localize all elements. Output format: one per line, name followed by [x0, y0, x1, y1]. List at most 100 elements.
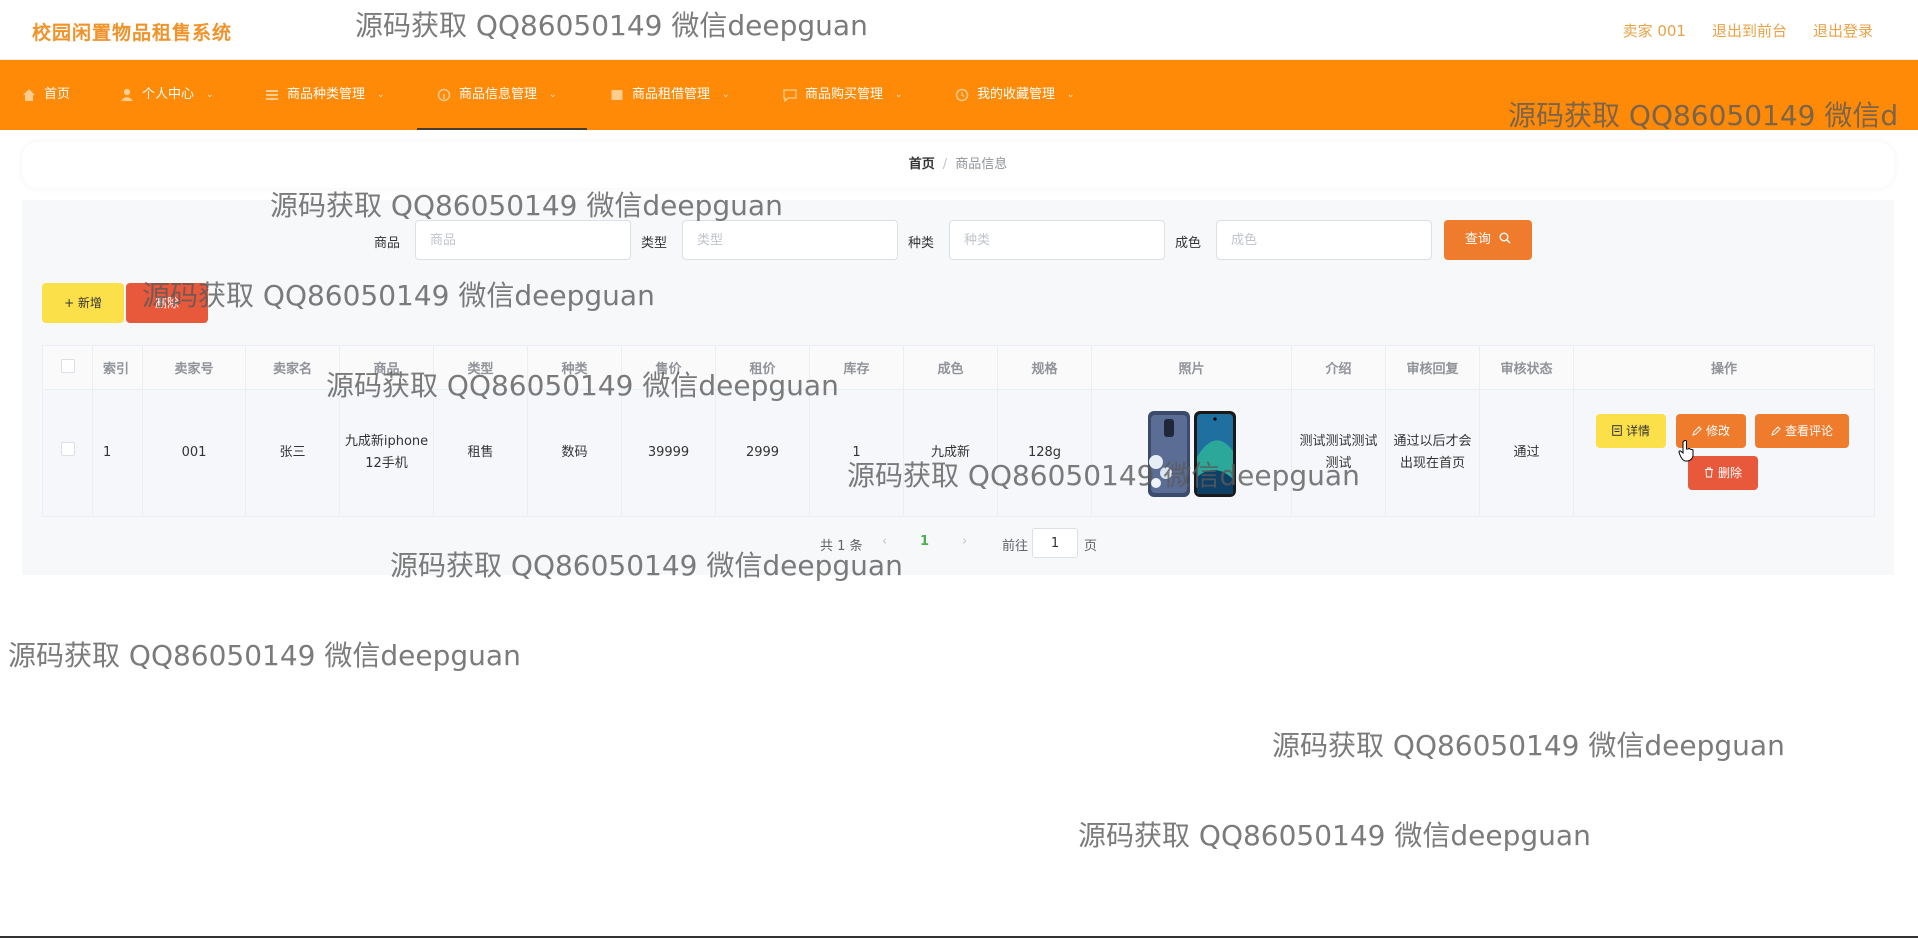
category-search-input[interactable] [949, 220, 1165, 260]
edit-icon [1771, 426, 1781, 436]
spec-cell: 128g [997, 389, 1092, 517]
header-cell: 售价 [621, 345, 716, 390]
header-cell: 成色 [903, 345, 998, 390]
header-cell: 介绍 [1291, 345, 1386, 390]
table-header-row: 索引 卖家号 卖家名 商品 类型 种类 售价 租价 库存 成色 规格 照片 介绍… [42, 345, 1875, 390]
nav-label: 商品种类管理 [287, 87, 366, 102]
detail-button[interactable]: 详情 [1596, 414, 1666, 448]
user-icon [121, 88, 133, 101]
nav-item-home[interactable]: 首页 [22, 60, 70, 130]
prev-page-icon[interactable]: ‹ [882, 534, 887, 549]
select-all-cell [42, 345, 93, 390]
type-cell: 租售 [433, 389, 528, 517]
app-title: 校园闲置物品租售系统 [32, 22, 233, 44]
product-search-input[interactable] [415, 220, 631, 260]
row-checkbox[interactable] [60, 442, 75, 456]
chevron-down-icon: ⌄ [377, 90, 385, 100]
clock-icon [955, 88, 969, 102]
next-page-icon[interactable]: › [962, 534, 967, 549]
select-all-checkbox[interactable] [60, 358, 75, 373]
nav-label: 商品租借管理 [632, 87, 711, 102]
seller-name-cell: 张三 [245, 389, 340, 517]
chevron-down-icon: ⌄ [722, 90, 730, 100]
nav-label: 我的收藏管理 [977, 87, 1056, 102]
watermark: 源码获取 QQ86050149 微信deepguan [1272, 729, 1785, 762]
logout-link[interactable]: 退出登录 [1813, 20, 1873, 41]
trash-icon [1704, 467, 1713, 478]
product-label: 商品 [374, 236, 401, 251]
search-form: 商品 类型 种类 成色 查询 [22, 220, 1894, 260]
chevron-down-icon: ⌄ [1067, 90, 1075, 100]
condition-search-input[interactable] [1216, 220, 1432, 260]
header-cell: 库存 [809, 345, 904, 390]
condition-cell: 九成新 [903, 389, 998, 517]
product-photo[interactable] [1142, 407, 1242, 499]
nav-item-purchase[interactable]: 商品购买管理 ⌄ [783, 60, 903, 130]
header-links: 卖家 001 退出到前台 退出登录 [1623, 20, 1873, 41]
photo-cell [1091, 389, 1292, 517]
view-comments-button[interactable]: 查看评论 [1755, 414, 1849, 448]
chat-icon [783, 89, 797, 102]
top-header: 校园闲置物品租售系统 卖家 001 退出到前台 退出登录 [0, 0, 1918, 60]
header-cell: 规格 [997, 345, 1092, 390]
home-icon [23, 89, 35, 101]
main-nav: 首页 个人中心 ⌄ 商品种类管理 ⌄ 商品信息管理 ⌄ 商品租借管理 ⌄ 商品购… [0, 60, 1918, 130]
search-icon [1499, 232, 1511, 244]
chevron-down-icon: ⌄ [895, 90, 903, 100]
edit-label: 修改 [1705, 424, 1730, 438]
batch-delete-button[interactable]: 删除 [126, 283, 208, 323]
info-icon [437, 88, 451, 102]
page-unit-label: 页 [1084, 539, 1098, 554]
add-button[interactable]: + 新增 [42, 283, 124, 323]
header-cell: 卖家号 [142, 345, 246, 390]
category-cell: 数码 [527, 389, 622, 517]
table-row: 1 001 张三 九成新iphone12手机 租售 数码 39999 2999 … [42, 389, 1875, 517]
hand-cursor-icon [1678, 440, 1694, 462]
nav-item-favorites[interactable]: 我的收藏管理 ⌄ [955, 60, 1075, 130]
index-cell: 1 [92, 389, 143, 517]
rent-cell: 2999 [715, 389, 810, 517]
intro-cell: 测试测试测试测试 [1291, 389, 1386, 517]
seller-account-link[interactable]: 卖家 001 [1623, 20, 1686, 41]
page-number[interactable]: 1 [920, 534, 929, 549]
document-icon [1612, 425, 1622, 436]
row-select-cell [42, 389, 93, 517]
header-cell: 操作 [1573, 345, 1875, 390]
goto-page-input[interactable] [1032, 528, 1078, 558]
breadcrumb-home[interactable]: 首页 [909, 157, 935, 172]
nav-item-product-info[interactable]: 商品信息管理 ⌄ [417, 60, 587, 130]
nav-item-category[interactable]: 商品种类管理 ⌄ [265, 60, 385, 130]
type-search-input[interactable] [682, 220, 898, 260]
query-button[interactable]: 查询 [1444, 220, 1532, 260]
pagination: 共 1 条 ‹ 1 › 前往 页 [22, 528, 1894, 558]
watermark: 源码获取 QQ86050149 微信deepguan [1078, 819, 1591, 852]
list-icon [266, 90, 278, 100]
condition-label: 成色 [1175, 236, 1202, 251]
chevron-down-icon: ⌄ [206, 90, 214, 100]
nav-item-rental[interactable]: 商品租借管理 ⌄ [610, 60, 730, 130]
nav-label: 商品购买管理 [805, 87, 884, 102]
chevron-down-icon: ⌄ [549, 90, 557, 100]
back-to-front-link[interactable]: 退出到前台 [1712, 20, 1787, 41]
row-actions: 详情 修改 查看评论 删除 [1574, 390, 1874, 516]
product-cell: 九成新iphone12手机 [339, 389, 434, 517]
delete-button[interactable]: 删除 [1688, 456, 1758, 490]
category-label: 种类 [908, 236, 935, 251]
nav-label: 个人中心 [142, 87, 195, 102]
header-cell: 种类 [527, 345, 622, 390]
nav-item-profile[interactable]: 个人中心 ⌄ [120, 60, 214, 130]
header-cell: 类型 [433, 345, 528, 390]
header-cell: 索引 [92, 345, 143, 390]
header-cell: 审核回复 [1385, 345, 1480, 390]
header-cell: 卖家名 [245, 345, 340, 390]
header-cell: 照片 [1091, 345, 1292, 390]
content-panel: 商品 类型 种类 成色 查询 + 新增 删除 索引 卖家号 卖家名 商品 类型 … [22, 200, 1894, 575]
header-cell: 商品 [339, 345, 434, 390]
type-label: 类型 [641, 236, 668, 251]
operations-cell: 详情 修改 查看评论 删除 [1573, 389, 1875, 517]
breadcrumb: 首页 / 商品信息 [22, 142, 1894, 188]
review-status-cell: 通过 [1479, 389, 1574, 517]
stock-cell: 1 [809, 389, 904, 517]
price-cell: 39999 [621, 389, 716, 517]
breadcrumb-separator: / [942, 157, 948, 172]
